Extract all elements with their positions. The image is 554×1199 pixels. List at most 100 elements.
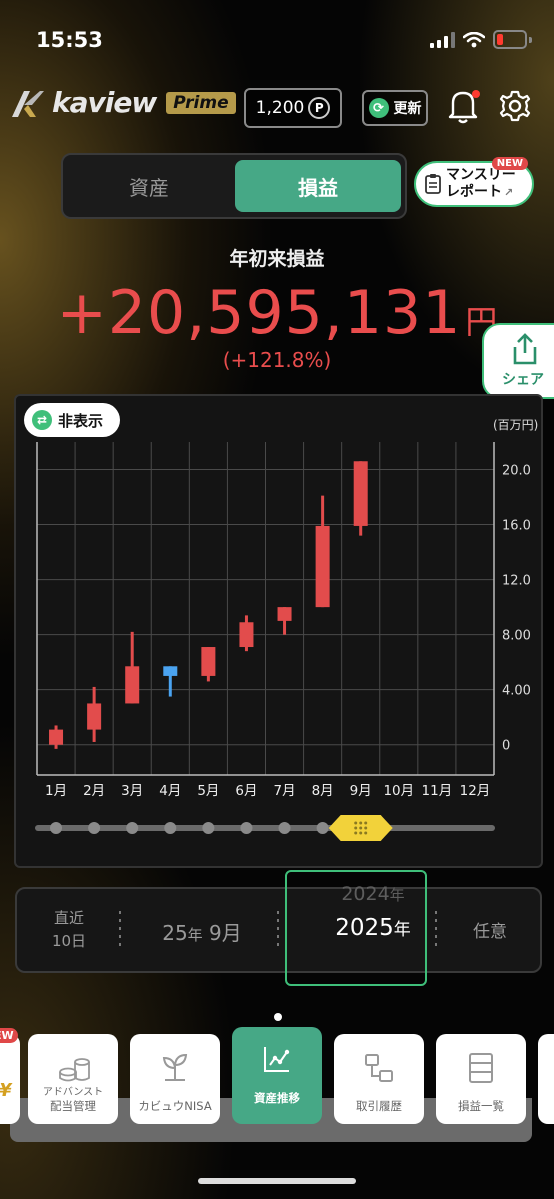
share-icon — [513, 333, 537, 365]
signal-icon — [430, 31, 455, 48]
month-slider-tick — [88, 822, 101, 834]
x-tick-label: 10月 — [383, 783, 414, 799]
status-icons — [430, 30, 532, 49]
candle-body — [239, 622, 254, 648]
tab-dividend[interactable]: アドバンスト 配当管理 — [28, 1034, 118, 1124]
settings-button[interactable] — [498, 89, 532, 123]
x-tick-label: 6月 — [235, 783, 257, 799]
period-custom[interactable]: 任意 — [457, 917, 523, 942]
tab-nisa-label: カビュウNISA — [138, 1099, 212, 1113]
ytd-profit-label: 年初来損益 — [229, 248, 325, 270]
slider-grip-dot — [354, 826, 358, 830]
y-unit-label: (百万円) — [493, 418, 538, 432]
ytd-profit-percent: (+121.8%) — [222, 348, 332, 372]
month-slider-tick — [164, 822, 177, 834]
tab-partial-right[interactable] — [538, 1034, 554, 1124]
candle-body — [87, 703, 102, 730]
tab-partial-left[interactable]: EW ¥ — [0, 1028, 20, 1124]
view-segmented-control: 資産 損益 — [61, 153, 407, 219]
x-tick-label: 9月 — [350, 783, 372, 799]
candle-body — [277, 607, 292, 621]
month-slider-tick — [316, 822, 329, 834]
tab-asset-trend[interactable]: 資産推移 — [232, 1027, 322, 1124]
tab-trade-history-label: 取引履歴 — [356, 1099, 402, 1113]
tab-profit-list-label: 損益一覧 — [458, 1099, 504, 1113]
slider-grip-dot — [359, 826, 363, 830]
list-icon — [469, 1053, 493, 1083]
candle-body — [353, 461, 368, 526]
home-indicator — [198, 1178, 356, 1184]
month-slider-tick — [50, 822, 63, 834]
tab-partial-icon: ¥ — [0, 1080, 12, 1101]
new-badge-left: EW — [0, 1028, 18, 1043]
slider-grip-dot — [364, 826, 368, 830]
battery-icon — [493, 30, 527, 49]
x-tick-label: 7月 — [273, 783, 295, 799]
x-tick-label: 3月 — [121, 783, 143, 799]
candle-body — [315, 525, 330, 608]
slider-grip-dot — [364, 831, 368, 835]
year-selection-frame — [285, 870, 427, 986]
x-tick-label: 4月 — [159, 783, 181, 799]
month-slider-tick — [126, 822, 139, 834]
point-coin-icon: P — [308, 97, 331, 119]
history-icon — [365, 1054, 393, 1082]
tab-profit-list[interactable]: 損益一覧 — [436, 1034, 526, 1124]
x-tick-label: 5月 — [197, 783, 219, 799]
points-value: 1,200 — [255, 98, 305, 118]
monthly-report-button[interactable]: マンスリー レポート ↗ NEW — [414, 157, 534, 207]
x-tick-label: 11月 — [422, 783, 453, 799]
tab-nisa[interactable]: カビュウNISA — [130, 1034, 220, 1124]
tab-trade-history[interactable]: 取引履歴 — [334, 1034, 424, 1124]
sprout-icon — [162, 1053, 188, 1081]
status-time: 15:53 — [36, 28, 103, 52]
new-badge: NEW — [491, 157, 528, 170]
refresh-label: 更新 — [393, 101, 422, 117]
tab-asset-trend-label: 資産推移 — [254, 1091, 300, 1105]
share-label: シェア — [502, 372, 544, 388]
x-tick-label: 1月 — [45, 783, 67, 799]
period-selector: 直近 10日 25年 9月 2024年 2025年 任意 — [15, 883, 542, 973]
clipboard-icon — [425, 174, 441, 194]
prime-badge: Prime — [166, 91, 236, 114]
line-chart-icon — [264, 1047, 290, 1072]
x-tick-label: 8月 — [312, 783, 334, 799]
period-month[interactable]: 25年 9月 — [147, 917, 257, 946]
points-display[interactable]: 1,200 P — [244, 88, 342, 128]
x-tick-label: 2月 — [83, 783, 105, 799]
external-link-icon: ↗ — [504, 186, 514, 199]
month-slider-tick — [278, 822, 291, 834]
y-tick-label: 0 — [502, 739, 510, 754]
month-slider-tick — [240, 822, 253, 834]
tab-dividend-sub: アドバンスト — [42, 1087, 104, 1098]
slider-grip-dot — [359, 831, 363, 835]
hide-label: 非表示 — [58, 411, 104, 430]
candle-body — [125, 666, 140, 704]
y-tick-label: 20.0 — [502, 464, 531, 479]
gear-icon — [499, 90, 531, 122]
candle-body — [201, 647, 216, 676]
toggle-icon: ⇄ — [32, 410, 52, 430]
tab-asset[interactable]: 資産 — [63, 155, 235, 217]
page-indicator — [274, 1013, 282, 1021]
refresh-button[interactable]: ⟳ 更新 — [362, 90, 428, 126]
period-recent-10d[interactable]: 直近 10日 — [35, 907, 103, 953]
share-button[interactable]: シェア — [482, 323, 554, 399]
ytd-profit-value: +20,595,131 円 — [0, 278, 554, 348]
candle-body — [163, 666, 178, 676]
profit-candlestick-chart: 0 4.00 8.00 12.0 16.0 20.0 (百万円) 1月 2月 3月 4月 5月 6月 7月… — [35, 418, 538, 841]
tab-profit[interactable]: 損益 — [235, 160, 401, 212]
logo-text: kaview — [52, 86, 157, 119]
hide-chart-button[interactable]: ⇄ 非表示 — [24, 403, 120, 437]
y-tick-label: 4.00 — [502, 684, 531, 699]
monthly-label-2: レポート — [446, 184, 502, 200]
tab-dividend-label: 配当管理 — [50, 1099, 96, 1113]
notification-button[interactable] — [446, 88, 480, 124]
month-slider-tick — [202, 822, 215, 834]
refresh-icon: ⟳ — [368, 98, 389, 118]
y-tick-label: 16.0 — [502, 519, 531, 534]
slider-grip-dot — [359, 821, 363, 825]
slider-grip-dot — [364, 821, 368, 825]
x-tick-label: 12月 — [460, 783, 491, 799]
app-logo: kaview Prime — [10, 86, 236, 119]
